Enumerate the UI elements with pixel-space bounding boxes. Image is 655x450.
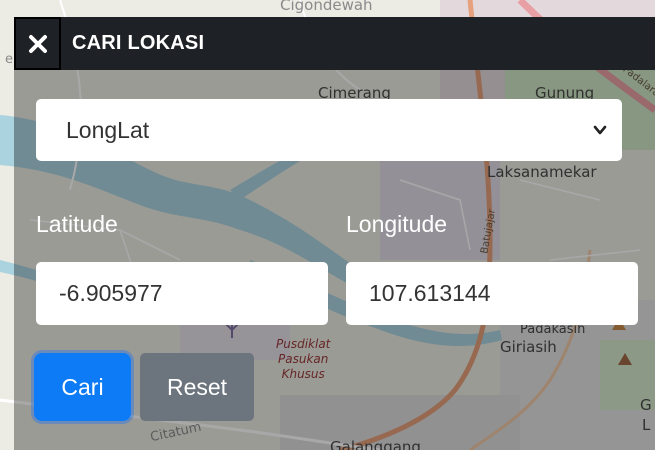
panel-titlebar: CARI LOKASI bbox=[14, 17, 655, 70]
close-button[interactable] bbox=[14, 17, 61, 70]
coordinate-mode-value: LongLat bbox=[66, 116, 150, 143]
close-icon bbox=[28, 34, 47, 53]
coordinate-mode-select[interactable]: LongLat bbox=[36, 99, 622, 161]
map-label-cigondewah: Cigondewah bbox=[280, 0, 373, 14]
search-button[interactable]: Cari bbox=[34, 353, 131, 421]
latitude-input[interactable] bbox=[36, 262, 328, 325]
longitude-input[interactable] bbox=[346, 262, 638, 325]
map-label-edge: e bbox=[5, 52, 13, 67]
panel-title: CARI LOKASI bbox=[72, 32, 205, 54]
search-location-panel: CARI LOKASI LongLat Latitude Longitude C… bbox=[14, 17, 655, 450]
chevron-down-icon bbox=[593, 125, 607, 135]
latitude-label: Latitude bbox=[36, 211, 118, 237]
reset-button[interactable]: Reset bbox=[140, 353, 254, 421]
longitude-label: Longitude bbox=[346, 211, 448, 237]
